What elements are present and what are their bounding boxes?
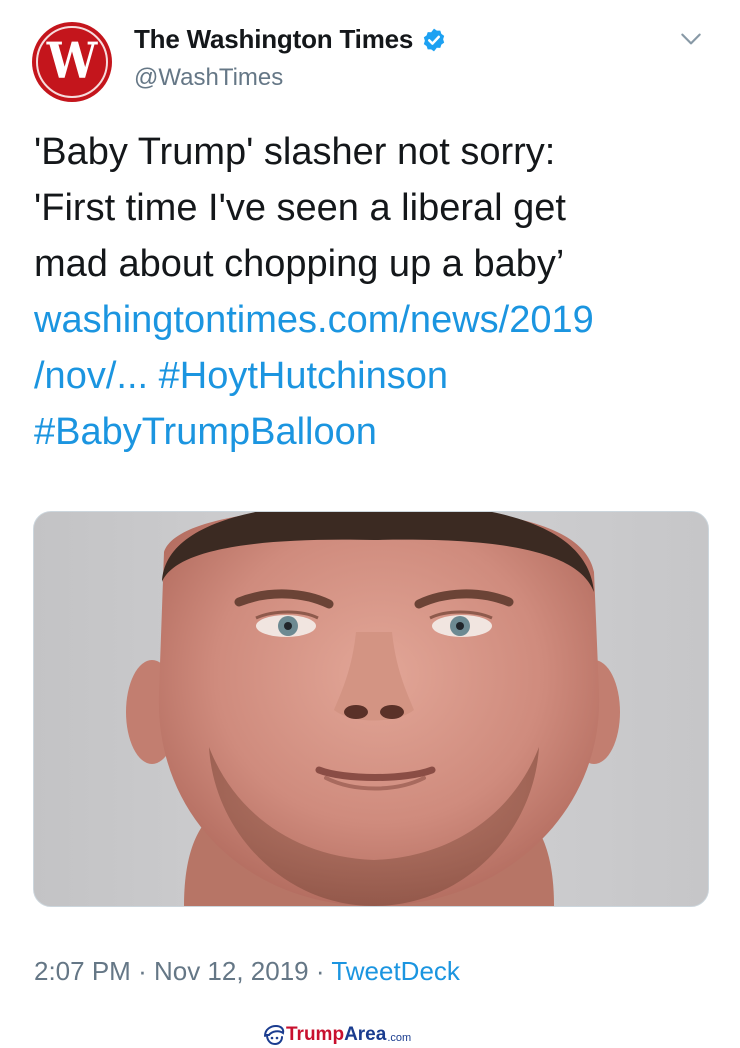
profile-avatar[interactable]: W: [32, 22, 112, 102]
meta-separator: ·: [138, 956, 147, 986]
article-link-continued[interactable]: /nov/...: [34, 355, 148, 397]
author-handle[interactable]: @WashTimes: [134, 64, 283, 92]
tweet-text: 'Baby Trump' slasher not sorry: 'First t…: [34, 124, 724, 460]
display-name[interactable]: The Washington Times: [134, 24, 413, 55]
tweet-date[interactable]: Nov 12, 2019: [154, 956, 309, 986]
watermark-text: Trump: [286, 1024, 345, 1045]
tweet-text-line: 'Baby Trump' slasher not sorry:: [34, 131, 556, 173]
watermark-text: Area: [344, 1024, 387, 1045]
chevron-down-icon[interactable]: [678, 26, 704, 52]
watermark-suffix: .com: [387, 1031, 412, 1044]
meta-separator: ·: [315, 956, 325, 986]
tweet-source-link[interactable]: TweetDeck: [331, 956, 460, 986]
avatar-letter: W: [46, 31, 98, 90]
verified-badge-icon: [423, 28, 445, 51]
trump-hair-logo-icon: [264, 1024, 285, 1046]
tweet-time[interactable]: 2:07 PM: [34, 956, 131, 986]
hashtag-link[interactable]: #BabyTrumpBalloon: [34, 404, 724, 460]
author-name-row: The Washington Times: [134, 24, 447, 55]
site-watermark: Trump Area .com: [262, 1022, 411, 1048]
tweet-metadata: 2:07 PM · Nov 12, 2019 · TweetDeck: [34, 956, 460, 987]
article-link[interactable]: washingtontimes.com/news/2019: [34, 292, 724, 348]
tweet-media-photo[interactable]: [33, 511, 709, 907]
mugshot-photo: [34, 512, 708, 906]
tweet-text-line: 'First time I've seen a liberal get: [34, 187, 566, 229]
tweet-card: W The Washington Times @WashTimes 'Baby …: [0, 0, 740, 1022]
hashtag-link[interactable]: #HoytHutchinson: [159, 355, 448, 397]
tweet-text-line: mad about chopping up a baby’: [34, 243, 565, 285]
